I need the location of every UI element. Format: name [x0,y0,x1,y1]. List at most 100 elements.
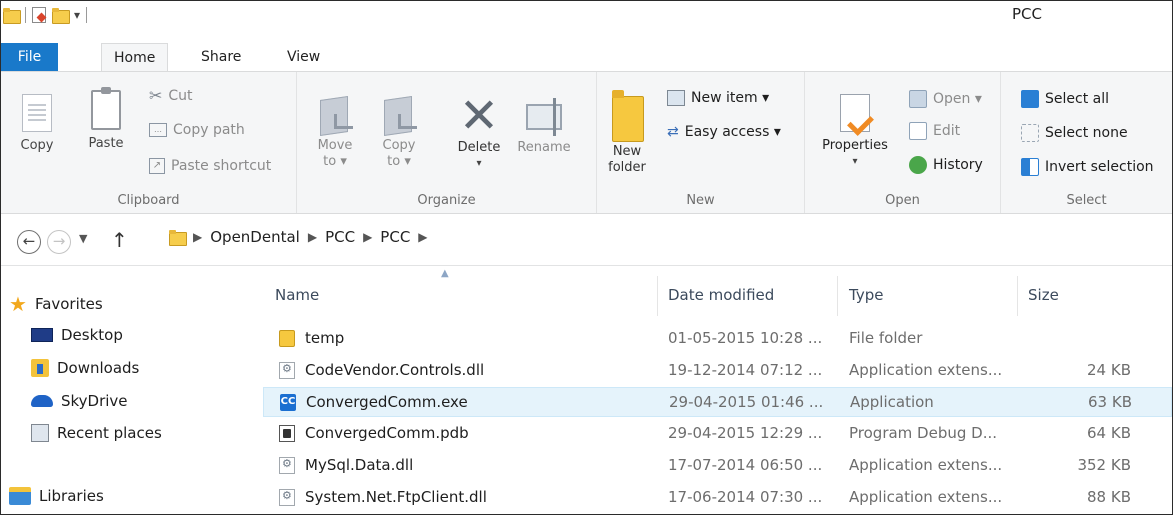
new-item-icon [667,90,685,106]
nav-desktop[interactable]: Desktop [31,326,123,344]
edit-button[interactable]: Edit [909,122,960,140]
copy-button[interactable]: Copy [15,94,59,154]
table-row-selected[interactable]: CC ConvergedComm.exe 29-04-2015 01:46 ..… [263,387,1172,417]
organize-group: Move to ▾ Copy to ▾ ✕ Delete ▾ Rename Or… [297,72,597,213]
breadcrumb-item[interactable]: OpenDental [210,228,300,246]
file-name: CodeVendor.Controls.dll [305,361,485,379]
move-to-button[interactable]: Move to ▾ [313,94,357,170]
open-button[interactable]: Open ▾ [909,90,982,108]
navigation-pane: ★ Favorites Desktop Downloads SkyDrive R… [1,266,261,516]
breadcrumb-item[interactable]: PCC [325,228,355,246]
divider [657,276,658,316]
invert-selection-button[interactable]: Invert selection [1021,158,1154,176]
tab-home[interactable]: Home [101,43,169,72]
breadcrumb-item[interactable]: PCC [380,228,410,246]
group-label: New [686,193,715,208]
back-button[interactable]: ← [17,230,41,254]
chevron-right-icon[interactable]: ▶ [193,230,202,244]
nav-favorites[interactable]: ★ Favorites [9,292,103,316]
tab-file[interactable]: File [1,43,58,71]
new-item-button[interactable]: New item ▾ [667,90,769,106]
open-group: Properties ▾ Open ▾ Edit History Open [805,72,1001,213]
easy-access-icon: ⇄ [667,124,679,140]
delete-button[interactable]: ✕ Delete ▾ [449,88,509,172]
group-label: Open [885,193,920,208]
properties-button[interactable]: Properties ▾ [815,94,895,170]
copy-path-button[interactable]: … Copy path [149,122,245,138]
new-group: New folder New item ▾ ⇄ Easy access ▾ Ne… [597,72,805,213]
sort-ascending-icon: ▲ [441,268,449,279]
table-row[interactable]: CodeVendor.Controls.dll 19-12-2014 07:12… [263,356,1172,386]
file-size: 64 KB [1087,424,1131,442]
divider [86,7,88,23]
table-row[interactable]: System.Net.FtpClient.dll 17-06-2014 07:3… [263,483,1172,513]
file-name: MySql.Data.dll [305,456,414,474]
dll-icon [279,489,295,506]
nav-skydrive[interactable]: SkyDrive [31,392,128,410]
column-header-size[interactable]: Size [1028,286,1059,304]
table-row[interactable]: temp 01-05-2015 10:28 ... File folder [263,324,1172,354]
column-header-type[interactable]: Type [849,286,883,304]
folder-icon[interactable] [3,8,21,24]
ribbon-tabs: File Home Share View [1,43,1172,72]
file-date: 01-05-2015 10:28 ... [668,329,823,347]
table-row[interactable]: MySql.Data.dll 17-07-2014 06:50 ... Appl… [263,451,1172,481]
customize-quick-access-icon[interactable]: ▾ [74,8,80,22]
group-label: Select [1066,193,1107,208]
file-size: 352 KB [1077,456,1131,474]
history-button[interactable]: History [909,156,983,174]
new-folder-button[interactable]: New folder [605,90,649,176]
new-folder-icon [612,90,644,142]
recent-locations-chevron-down-icon[interactable]: ▼ [79,232,87,245]
select-none-button[interactable]: Select none [1021,124,1128,142]
libraries-icon [9,487,31,505]
breadcrumb: ▶ OpenDental ▶ PCC ▶ PCC ▶ [169,228,428,246]
file-name: System.Net.FtpClient.dll [305,488,487,506]
window-title: PCC [1012,5,1042,23]
downloads-icon [31,359,49,377]
file-size: 24 KB [1087,361,1131,379]
chevron-right-icon[interactable]: ▶ [308,230,317,244]
rename-icon [526,98,562,136]
up-arrow-icon[interactable]: ↑ [111,228,128,252]
rename-button[interactable]: Rename [509,94,579,156]
file-type: File folder [849,329,923,347]
chevron-right-icon[interactable]: ▶ [418,230,427,244]
delete-x-icon: ✕ [458,88,500,144]
forward-button[interactable]: → [47,230,71,254]
folder-icon [279,330,295,347]
open-icon [909,90,927,108]
file-date: 29-04-2015 01:46 ... [669,393,824,411]
column-header-name[interactable]: Name [275,286,319,304]
paste-button[interactable]: Paste [81,87,131,152]
select-all-button[interactable]: Select all [1021,90,1109,108]
nav-libraries[interactable]: Libraries [9,487,104,505]
divider [837,276,838,316]
new-folder-quick-icon[interactable] [52,8,70,24]
copy-to-button[interactable]: Copy to ▾ [377,94,421,170]
scissors-icon: ✂ [149,86,163,105]
properties-quick-icon[interactable] [32,7,46,23]
file-name: temp [305,329,345,347]
nav-recent-places[interactable]: Recent places [31,424,162,442]
paste-shortcut-button[interactable]: ↗ Paste shortcut [149,158,271,174]
folder-icon [169,230,187,246]
column-header-date[interactable]: Date modified [668,286,774,304]
ribbon: Copy Paste ✂ Cut … Copy path ↗ Paste sho… [1,71,1172,214]
file-name: ConvergedComm.pdb [305,424,469,442]
tab-view[interactable]: View [275,43,332,71]
file-type: Application extens... [849,488,1003,506]
file-type: Application [850,393,934,411]
forward-arrow-icon: → [52,232,66,250]
file-size: 88 KB [1087,488,1131,506]
nav-downloads[interactable]: Downloads [31,359,139,377]
chevron-right-icon[interactable]: ▶ [363,230,372,244]
dll-icon [279,362,295,379]
table-row[interactable]: ConvergedComm.pdb 29-04-2015 12:29 ... P… [263,419,1172,449]
tab-share[interactable]: Share [189,43,253,71]
select-all-icon [1021,90,1039,108]
pdb-icon [279,425,295,442]
move-to-icon [316,94,354,132]
easy-access-button[interactable]: ⇄ Easy access ▾ [667,124,781,140]
cut-button[interactable]: ✂ Cut [149,86,193,105]
